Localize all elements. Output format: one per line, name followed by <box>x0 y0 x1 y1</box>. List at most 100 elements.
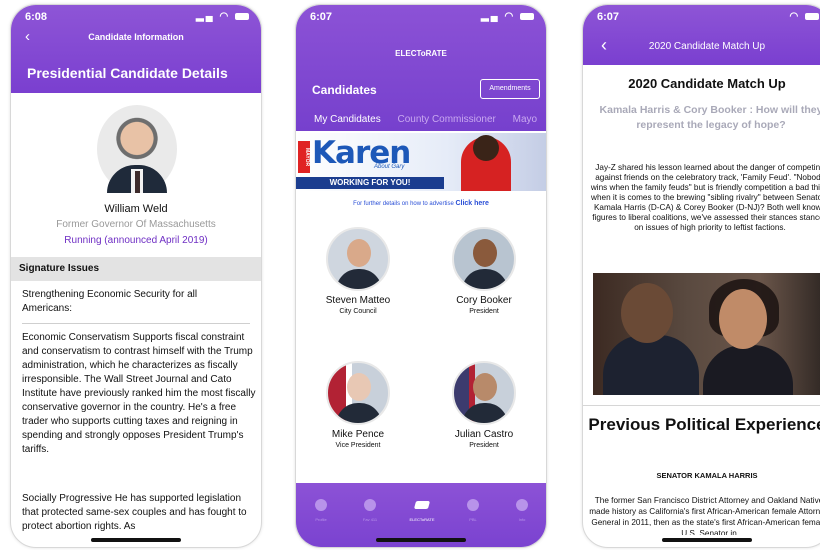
tab-profile[interactable]: Profile <box>301 499 341 522</box>
divider <box>22 323 250 324</box>
section-paragraph: The former San Francisco District Attorn… <box>589 496 820 535</box>
article-paragraph: Jay-Z shared his lesson learned about th… <box>590 163 820 232</box>
battery-icon <box>805 12 819 20</box>
candidate-name: Steven Matteo <box>325 295 391 306</box>
candidate-avatar <box>452 227 516 291</box>
candidate-avatar <box>326 361 390 425</box>
avatar-head <box>347 239 371 267</box>
status-icons: ◠ <box>789 11 819 22</box>
article-title: 2020 Candidate Match Up <box>628 76 786 91</box>
header: 6:07 ▂▄ ◠ ELECToRATE Candidates Amendmen… <box>296 5 546 131</box>
ad-person-image <box>461 135 511 191</box>
tab-my-candidates[interactable]: My Candidates <box>314 114 381 125</box>
status-time: 6:08 <box>25 11 48 23</box>
avatar-body <box>462 403 508 423</box>
issue-body: Economic Conservatism Supports fiscal co… <box>22 332 256 455</box>
match-up-screen: 6:07 ◠ ‹ 2020 Candidate Match Up 2020 Ca… <box>582 4 820 548</box>
candidate-name: Mike Pence <box>331 429 385 440</box>
candidate-avatar <box>326 227 390 291</box>
article-photo <box>593 273 820 395</box>
advertise-text: For further details on how to advertise <box>353 201 454 207</box>
advertise-link[interactable]: Click here <box>455 200 488 207</box>
status-bar: 6:07 ▂▄ ◠ <box>296 5 546 27</box>
candidate-name: Cory Booker <box>456 295 512 306</box>
ad-person-face <box>473 135 499 161</box>
tab-label: Profile <box>315 517 327 522</box>
tab-mayor[interactable]: Mayo <box>513 114 537 125</box>
header: 6:08 ▂▄ ◠ ‹ Candidate Information Presid… <box>11 5 261 93</box>
candidate-position: President <box>469 442 499 449</box>
battery-icon <box>520 12 534 20</box>
profile-icon <box>315 499 327 511</box>
article-subtitle: Kamala Harris & Cory Booker : How will t… <box>599 104 820 131</box>
candidate-card[interactable]: Cory Booker President <box>424 227 544 315</box>
candidates-screen: 6:07 ▂▄ ◠ ELECToRATE Candidates Amendmen… <box>295 4 547 548</box>
issue-body-2: Socially Progressive He has supported le… <box>22 493 247 532</box>
candidate-photo <box>97 105 177 193</box>
tab-pbl[interactable]: PBL <box>453 499 493 522</box>
advertisement-banner[interactable]: MAYOR Karen About Gary WORKING FOR YOU! <box>296 133 546 191</box>
candidate-role: Former Governor Of Massachusetts <box>56 219 216 230</box>
avatar-head <box>473 239 497 267</box>
tab-label: PBL <box>469 517 477 522</box>
nav-title: 2020 Candidate Match Up <box>648 41 766 52</box>
candidate-card[interactable]: Mike Pence Vice President <box>298 361 418 449</box>
divider <box>583 405 820 406</box>
avatar-head <box>347 373 371 401</box>
avatar-body <box>336 269 382 289</box>
page-title: Candidates <box>312 83 377 97</box>
avatar-body <box>336 403 382 423</box>
status-time: 6:07 <box>597 11 620 23</box>
candidate-position: City Council <box>339 308 377 315</box>
candidate-name: William Weld <box>104 203 168 215</box>
advertise-note: For further details on how to advertise … <box>296 200 546 207</box>
tab-label: ELECToRATE <box>409 517 435 522</box>
photo-man-head <box>621 283 673 343</box>
page-title: Presidential Candidate Details <box>27 65 228 81</box>
status-icons: ▂▄ ◠ <box>481 11 534 22</box>
ad-about: About Gary <box>374 164 405 170</box>
tab-label: Fav 411 <box>362 517 378 522</box>
candidate-card[interactable]: Julian Castro President <box>424 361 544 449</box>
candidate-position: President <box>469 308 499 315</box>
category-tabs: My Candidates County Commissioner Mayo <box>314 114 546 130</box>
section-header-signature-issues: Signature Issues <box>11 257 261 281</box>
candidate-position: Vice President <box>335 442 381 449</box>
issue-title: Strengthening Economic Security for all … <box>22 289 198 314</box>
nav-title: Candidate Information <box>88 32 184 42</box>
photo-woman-body <box>703 345 793 395</box>
photo-woman-face <box>719 289 767 349</box>
status-bar: 6:08 ▂▄ ◠ <box>11 5 261 27</box>
ad-mayor-label: MAYOR <box>298 141 310 173</box>
candidate-name: Julian Castro <box>454 429 514 440</box>
home-indicator[interactable] <box>662 538 752 542</box>
home-indicator[interactable] <box>376 538 466 542</box>
section-heading: Previous Political Experience <box>588 415 820 434</box>
tab-fav-411[interactable]: Fav 411 <box>350 499 390 522</box>
avatar-body <box>462 269 508 289</box>
senator-label: SENATOR KAMALA HARRIS <box>656 471 758 480</box>
tie-shape <box>135 171 140 193</box>
tab-info[interactable]: Info <box>502 499 542 522</box>
candidate-avatar <box>452 361 516 425</box>
flame-icon <box>364 499 376 511</box>
help-icon <box>516 499 528 511</box>
status-time: 6:07 <box>310 11 333 23</box>
photo-man-body <box>603 335 699 395</box>
home-indicator[interactable] <box>91 538 181 542</box>
header: 6:07 ◠ ‹ 2020 Candidate Match Up <box>583 5 820 65</box>
battery-icon <box>235 12 249 20</box>
ad-tagline: WORKING FOR YOU! <box>296 177 444 189</box>
candidate-card[interactable]: Steven Matteo City Council <box>298 227 418 315</box>
candidate-info-screen: 6:08 ▂▄ ◠ ‹ Candidate Information Presid… <box>10 4 262 548</box>
candidate-status: Running (announced April 2019) <box>64 235 208 246</box>
location-icon <box>467 499 479 511</box>
tab-county-commissioner[interactable]: County Commissioner <box>397 114 495 125</box>
vote-icon <box>413 501 431 509</box>
tab-electorate[interactable]: ELECToRATE <box>402 499 442 522</box>
amendments-button[interactable]: Amendments <box>480 79 540 99</box>
status-icons: ▂▄ ◠ <box>196 11 249 22</box>
app-title: ELECToRATE <box>395 49 447 58</box>
status-bar: 6:07 ◠ <box>583 5 820 27</box>
avatar-head <box>473 373 497 401</box>
